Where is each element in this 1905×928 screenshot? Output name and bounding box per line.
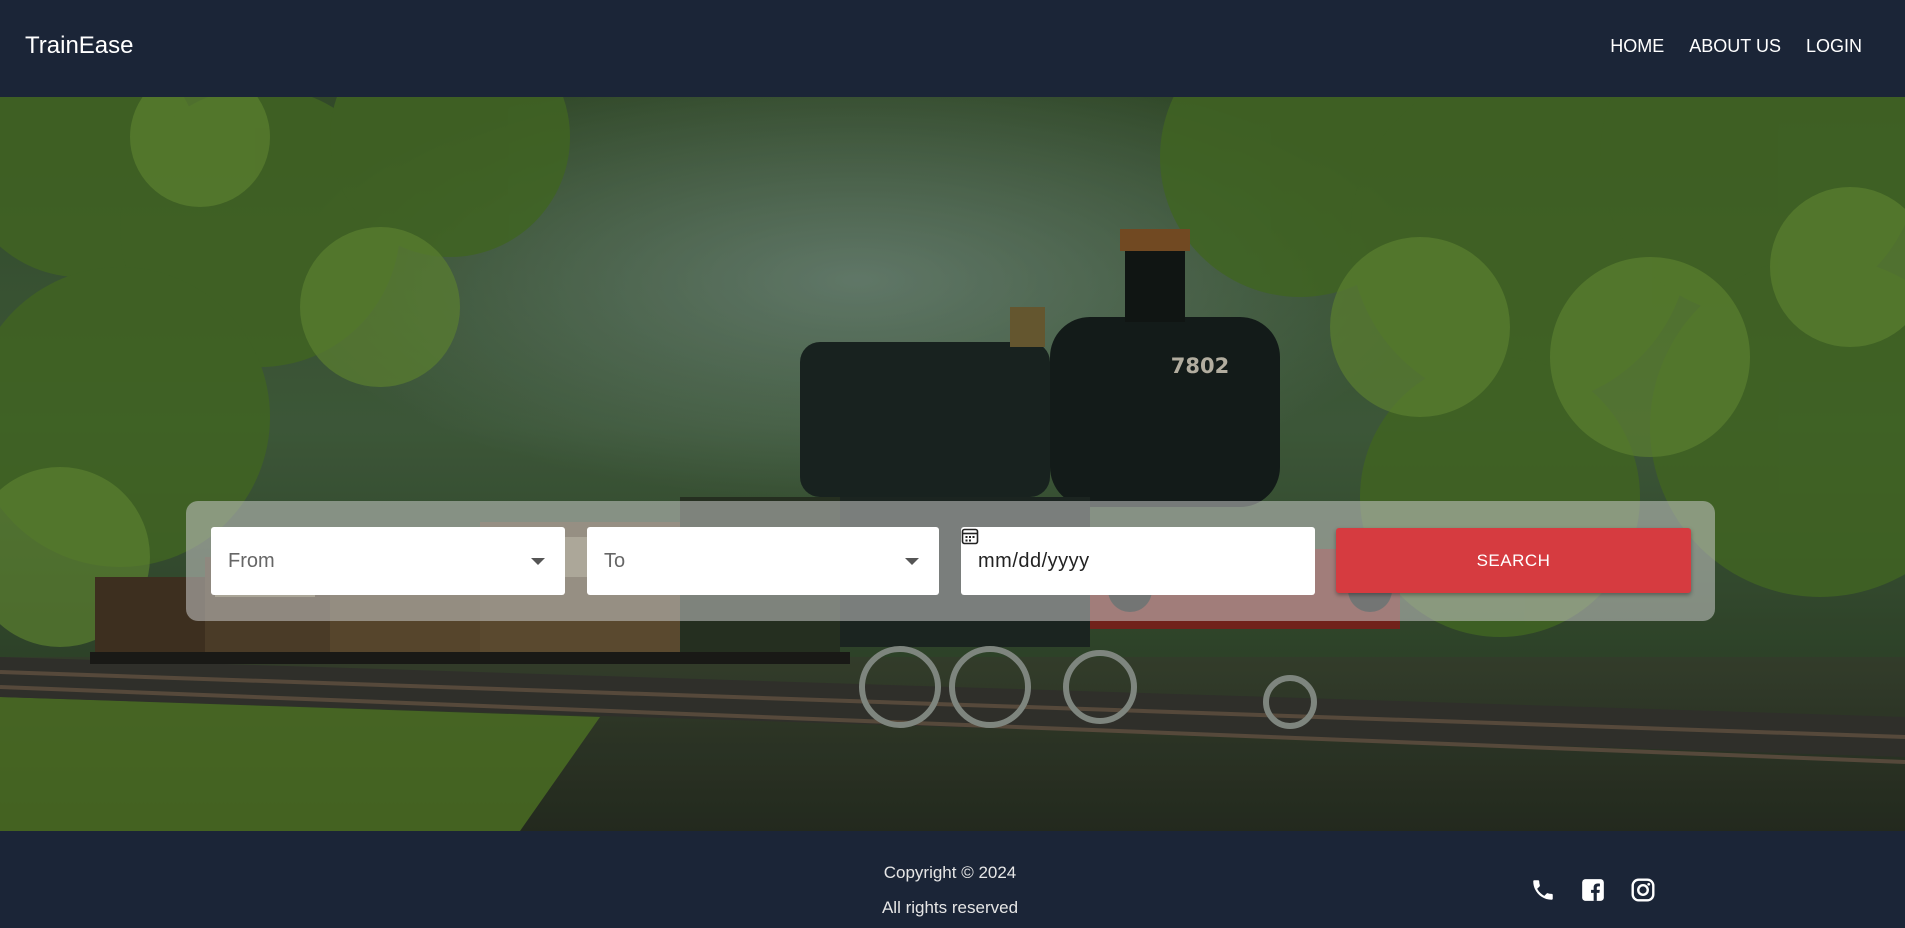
- nav-login-link[interactable]: LOGIN: [1806, 36, 1862, 57]
- social-links: [1530, 877, 1656, 903]
- to-placeholder: To: [604, 550, 626, 572]
- search-panel: From To mm/dd/yyyy SEARCH: [186, 501, 1715, 621]
- date-input[interactable]: mm/dd/yyyy: [961, 527, 1315, 595]
- from-placeholder: From: [228, 550, 275, 572]
- footer: Copyright © 2024 All rights reserved: [0, 831, 1905, 928]
- phone-icon[interactable]: [1530, 877, 1556, 903]
- navbar: TrainEase HOME ABOUT US LOGIN: [0, 0, 1905, 97]
- nav-links: HOME ABOUT US LOGIN: [1610, 36, 1862, 57]
- facebook-icon[interactable]: [1580, 877, 1606, 903]
- search-button[interactable]: SEARCH: [1336, 528, 1691, 593]
- brand-logo[interactable]: TrainEase: [25, 32, 134, 60]
- hero-train-image: 7802: [0, 97, 1905, 831]
- hero-banner: 7802 From To mm/dd/yyyy SEARCH: [0, 97, 1905, 831]
- chevron-down-icon: [531, 558, 545, 565]
- instagram-icon[interactable]: [1630, 877, 1656, 903]
- chevron-down-icon: [905, 558, 919, 565]
- to-select[interactable]: To: [587, 527, 939, 595]
- nav-home-link[interactable]: HOME: [1610, 36, 1664, 57]
- date-placeholder: mm/dd/yyyy: [978, 550, 1090, 572]
- from-select[interactable]: From: [211, 527, 565, 595]
- calendar-icon[interactable]: [961, 527, 979, 545]
- nav-about-link[interactable]: ABOUT US: [1689, 36, 1781, 57]
